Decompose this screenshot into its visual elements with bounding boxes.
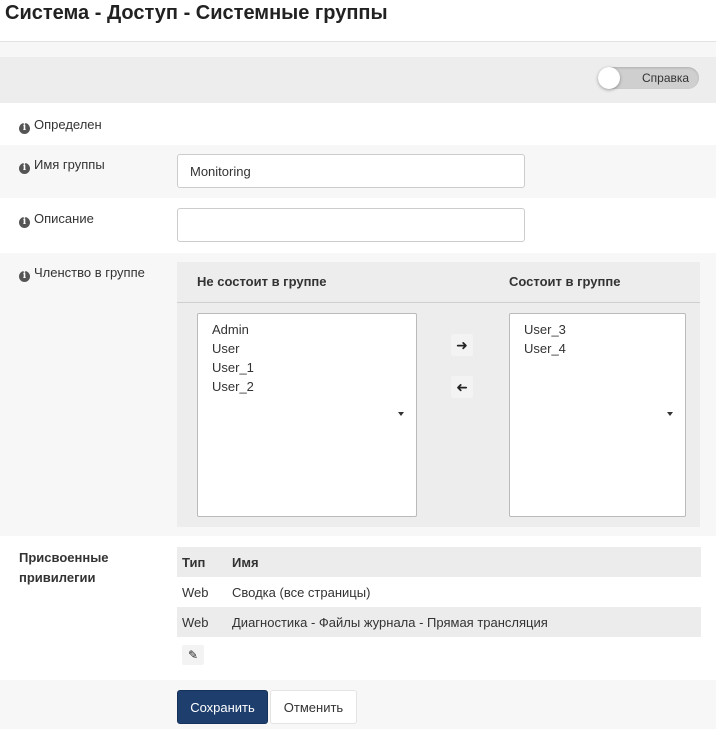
member-header: Состоит в группе — [509, 274, 621, 289]
privilege-type: Web — [177, 577, 227, 607]
membership-label: Членство в группе — [34, 265, 145, 280]
toggle-knob — [598, 67, 620, 89]
arrow-left-icon: ➜ — [456, 379, 468, 395]
group-name-label: Имя группы — [34, 157, 105, 172]
list-item[interactable]: User — [212, 339, 402, 358]
list-item[interactable]: User_4 — [524, 339, 671, 358]
info-icon[interactable]: i — [19, 123, 30, 134]
arrow-right-icon: ➜ — [456, 337, 468, 353]
not-members-listbox[interactable]: Admin User User_1 User_2 — [197, 313, 417, 517]
scroll-down-icon[interactable] — [667, 412, 673, 416]
cancel-button[interactable]: Отменить — [270, 690, 357, 724]
defined-row: i Определен — [0, 103, 716, 145]
column-header-name: Имя — [227, 547, 701, 577]
privilege-name: Сводка (все страницы) — [227, 577, 701, 607]
group-name-label-wrap: i Имя группы — [19, 157, 105, 174]
edit-privileges-button[interactable]: ✎ — [182, 645, 204, 665]
description-label: Описание — [34, 211, 94, 226]
info-icon[interactable]: i — [19, 271, 30, 282]
privileges-label: Присвоенные привилегии — [19, 550, 109, 585]
remove-member-button[interactable]: ➜ — [451, 376, 473, 398]
page-header: Система - Доступ - Системные группы — [0, 0, 716, 42]
table-row: Web Сводка (все страницы) — [177, 577, 701, 607]
list-item[interactable]: User_3 — [524, 320, 671, 339]
help-toolbar: Справка — [0, 57, 716, 103]
privilege-name: Диагностика - Файлы журнала - Прямая тра… — [227, 607, 701, 637]
members-listbox[interactable]: User_3 User_4 — [509, 313, 686, 517]
membership-panel: Не состоит в группе Состоит в группе Adm… — [177, 262, 700, 527]
membership-label-wrap: i Членство в группе — [19, 265, 145, 282]
privilege-type: Web — [177, 607, 227, 637]
scroll-down-icon[interactable] — [398, 412, 404, 416]
help-toggle[interactable]: Справка — [598, 67, 699, 89]
list-item[interactable]: User_2 — [212, 377, 402, 396]
description-input[interactable] — [177, 208, 525, 242]
help-toggle-label: Справка — [642, 71, 690, 85]
not-member-header: Не состоит в группе — [197, 274, 327, 289]
add-member-button[interactable]: ➜ — [451, 334, 473, 356]
info-icon[interactable]: i — [19, 217, 30, 228]
pencil-icon: ✎ — [187, 648, 199, 662]
description-label-wrap: i Описание — [19, 211, 94, 228]
table-row: Web Диагностика - Файлы журнала - Прямая… — [177, 607, 701, 637]
defined-label-wrap: i Определен — [19, 117, 102, 134]
table-header-row: Тип Имя — [177, 547, 701, 577]
page-title: Система - Доступ - Системные группы — [5, 2, 388, 24]
group-name-input[interactable] — [177, 154, 525, 188]
privileges-table: Тип Имя Web Сводка (все страницы) Web Ди… — [177, 547, 701, 637]
save-button[interactable]: Сохранить — [177, 690, 268, 724]
column-header-type: Тип — [177, 547, 227, 577]
header-divider — [177, 302, 700, 303]
info-icon[interactable]: i — [19, 163, 30, 174]
list-item[interactable]: User_1 — [212, 358, 402, 377]
list-item[interactable]: Admin — [212, 320, 402, 339]
defined-label: Определен — [34, 117, 102, 132]
